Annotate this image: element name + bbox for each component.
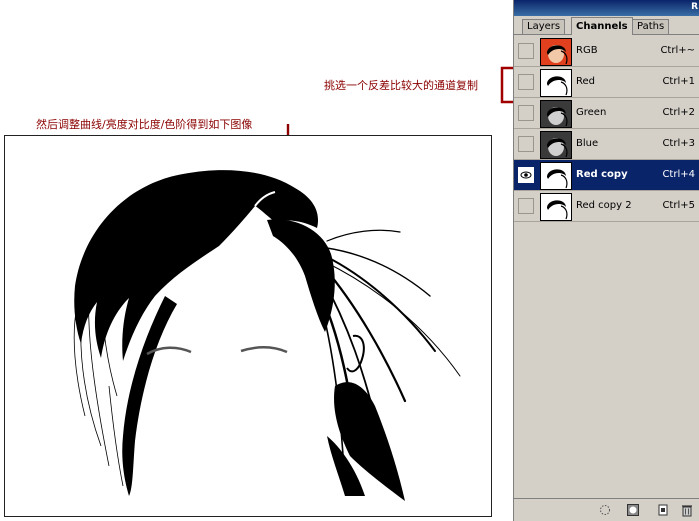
tab-paths[interactable]: Paths (632, 19, 670, 34)
visibility-toggle[interactable] (518, 74, 534, 90)
channel-thumbnail (540, 193, 572, 221)
tab-layers[interactable]: Layers (522, 19, 566, 34)
visibility-toggle[interactable] (518, 136, 534, 152)
hair-silhouette-image (73, 170, 461, 501)
channel-thumbnail (540, 100, 572, 128)
channel-row-red-copy-2[interactable]: Red copy 2 Ctrl+5 (514, 191, 699, 222)
trash-icon[interactable] (680, 503, 694, 517)
channel-row-green[interactable]: Green Ctrl+2 (514, 98, 699, 129)
channel-name: Red (576, 76, 595, 87)
channel-shortcut: Ctrl+4 (662, 169, 695, 180)
panel-titlebar[interactable]: R (514, 0, 699, 16)
channel-thumbnail (540, 162, 572, 190)
panel-tabs: Layers Channels Paths (514, 17, 699, 35)
channel-row-rgb[interactable]: RGB Ctrl+~ (514, 36, 699, 67)
channel-thumbnail (540, 38, 572, 66)
annotation-pick-channel: 挑选一个反差比较大的通道复制 (324, 79, 478, 92)
channel-list: RGB Ctrl+~ Red Ctrl+1 Green Ctrl+2 Blue Ctrl+3 R… (514, 36, 699, 226)
channels-panel: R Layers Channels Paths RGB Ctrl+~ Red Ctrl… (513, 0, 699, 521)
channel-thumbnail (540, 131, 572, 159)
channel-name: Blue (576, 138, 599, 149)
channel-name: Red copy (576, 169, 628, 180)
visibility-toggle[interactable] (518, 198, 534, 214)
channel-shortcut: Ctrl+1 (662, 76, 695, 87)
channel-name: RGB (576, 45, 598, 56)
save-mask-icon[interactable] (626, 503, 640, 517)
channel-name: Red copy 2 (576, 200, 632, 211)
channel-shortcut: Ctrl+~ (660, 45, 695, 56)
image-canvas[interactable] (4, 135, 492, 517)
visibility-toggle[interactable] (518, 43, 534, 59)
panel-bottom-toolbar (514, 498, 699, 521)
panel-titlebar-glyph: R (691, 2, 698, 12)
tab-channels[interactable]: Channels (571, 17, 633, 35)
annotation-adjust-curves: 然后调整曲线/亮度对比度/色阶得到如下图像 (36, 118, 253, 131)
channel-row-blue[interactable]: Blue Ctrl+3 (514, 129, 699, 160)
visibility-toggle[interactable] (518, 167, 534, 183)
channel-name: Green (576, 107, 607, 118)
channel-row-red-copy[interactable]: Red copy Ctrl+4 (514, 160, 699, 191)
channel-shortcut: Ctrl+5 (662, 200, 695, 211)
load-selection-icon[interactable] (598, 503, 612, 517)
channel-thumbnail (540, 69, 572, 97)
new-channel-icon[interactable] (656, 503, 670, 517)
channel-shortcut: Ctrl+3 (662, 138, 695, 149)
visibility-toggle[interactable] (518, 105, 534, 121)
channel-row-red[interactable]: Red Ctrl+1 (514, 67, 699, 98)
eye-icon (520, 171, 532, 179)
channel-shortcut: Ctrl+2 (662, 107, 695, 118)
